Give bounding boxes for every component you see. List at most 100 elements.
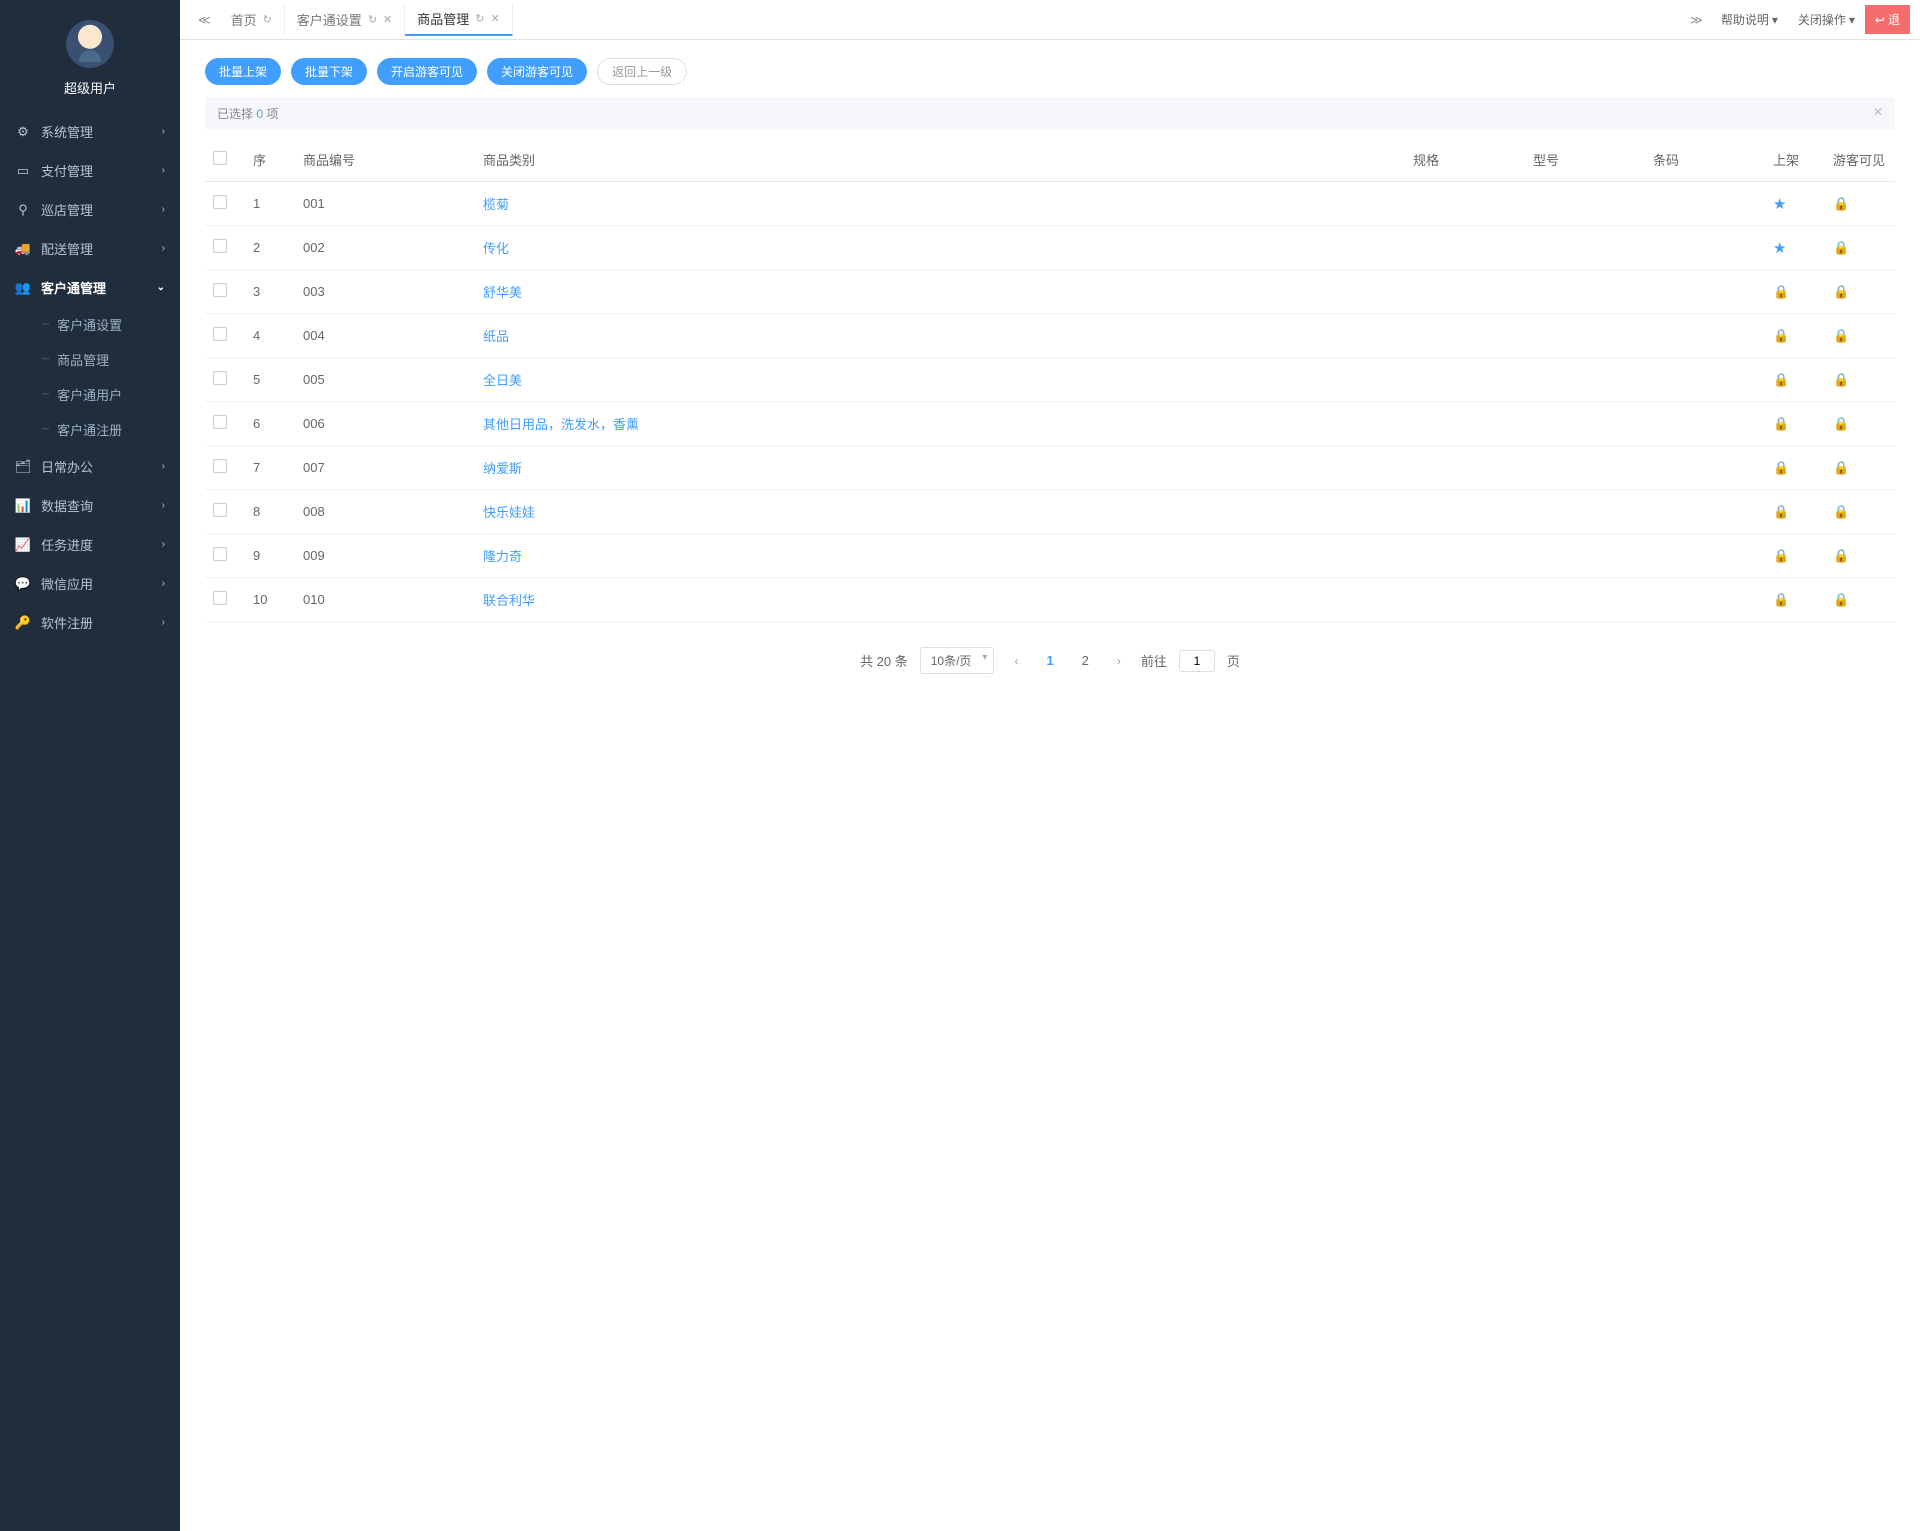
sidebar-item-system[interactable]: ⚙系统管理› <box>0 112 180 151</box>
submenu-label: 客户通设置 <box>57 315 122 334</box>
close-icon[interactable]: ✕ <box>490 12 499 25</box>
logout-button[interactable]: ↩退 <box>1865 5 1910 34</box>
submenu-customer-user[interactable]: 客户通用户 <box>0 377 180 412</box>
close-icon[interactable]: ✕ <box>383 13 392 26</box>
category-link[interactable]: 其他日用品，洗发水，香薰 <box>483 417 639 432</box>
batch-off-button[interactable]: 批量下架 <box>291 58 367 85</box>
lock-icon[interactable] <box>1833 239 1849 256</box>
chevron-right-icon: › <box>162 461 165 472</box>
page-next-icon[interactable]: › <box>1109 650 1129 672</box>
cell-seq: 6 <box>245 402 295 446</box>
row-checkbox[interactable] <box>213 503 227 517</box>
lock-icon[interactable] <box>1773 459 1789 476</box>
sidebar-item-customer[interactable]: 👥客户通管理⌄ <box>0 268 180 307</box>
close-ops-button[interactable]: 关闭操作▾ <box>1788 5 1865 34</box>
submenu-customer-register[interactable]: 客户通注册 <box>0 412 180 447</box>
lock-icon[interactable] <box>1773 283 1789 300</box>
lock-icon[interactable] <box>1773 503 1789 520</box>
lock-icon[interactable] <box>1833 503 1849 520</box>
star-icon[interactable] <box>1773 196 1786 213</box>
goto-prefix: 前往 <box>1141 651 1167 670</box>
sidebar-item-wechat[interactable]: 💬微信应用› <box>0 564 180 603</box>
open-guest-button[interactable]: 开启游客可见 <box>377 58 477 85</box>
tabs-prev-icon[interactable]: ≪ <box>190 9 219 31</box>
row-checkbox[interactable] <box>213 591 227 605</box>
sidebar-item-label: 巡店管理 <box>41 200 93 219</box>
lock-icon[interactable] <box>1833 327 1849 344</box>
sidebar-item-register[interactable]: 🔑软件注册› <box>0 603 180 642</box>
category-link[interactable]: 全日美 <box>483 373 522 388</box>
sidebar-item-store[interactable]: ⚲巡店管理› <box>0 190 180 229</box>
col-code: 商品编号 <box>295 138 475 182</box>
refresh-icon[interactable]: ↻ <box>368 13 377 26</box>
cell-code: 003 <box>295 270 475 314</box>
select-all-checkbox[interactable] <box>213 151 227 165</box>
row-checkbox[interactable] <box>213 459 227 473</box>
tab-product-manage[interactable]: 商品管理↻✕ <box>405 3 512 36</box>
category-link[interactable]: 快乐娃娃 <box>483 505 535 520</box>
sidebar-item-task[interactable]: 📈任务进度› <box>0 525 180 564</box>
row-checkbox[interactable] <box>213 371 227 385</box>
row-checkbox[interactable] <box>213 195 227 209</box>
close-guest-button[interactable]: 关闭游客可见 <box>487 58 587 85</box>
lock-icon[interactable] <box>1833 547 1849 564</box>
goto-input[interactable] <box>1179 650 1215 672</box>
sidebar-item-query[interactable]: 📊数据查询› <box>0 486 180 525</box>
tab-home[interactable]: 首页↻ <box>219 4 285 35</box>
cell-code: 010 <box>295 578 475 622</box>
help-button[interactable]: 帮助说明▾ <box>1711 5 1788 34</box>
category-link[interactable]: 纸品 <box>483 329 509 344</box>
truck-icon: 🚚 <box>15 241 31 257</box>
sidebar-item-delivery[interactable]: 🚚配送管理› <box>0 229 180 268</box>
category-link[interactable]: 联合利华 <box>483 593 535 608</box>
refresh-icon[interactable]: ↻ <box>475 12 484 25</box>
page-2[interactable]: 2 <box>1074 649 1097 672</box>
sidebar-item-pay[interactable]: ▭支付管理› <box>0 151 180 190</box>
row-checkbox[interactable] <box>213 327 227 341</box>
col-guest: 游客可见 <box>1825 138 1895 182</box>
pagesize-select[interactable]: 10条/页 <box>920 647 995 674</box>
close-icon[interactable]: ✕ <box>1873 105 1883 119</box>
cell-code: 007 <box>295 446 475 490</box>
sidebar-item-office[interactable]: 🗂日常办公› <box>0 447 180 486</box>
lock-icon[interactable] <box>1833 195 1849 212</box>
lock-icon[interactable] <box>1833 415 1849 432</box>
submenu-product-manage[interactable]: 商品管理 <box>0 342 180 377</box>
row-checkbox[interactable] <box>213 283 227 297</box>
star-icon[interactable] <box>1773 240 1786 257</box>
category-link[interactable]: 榄菊 <box>483 197 509 212</box>
lock-icon[interactable] <box>1833 591 1849 608</box>
row-checkbox[interactable] <box>213 239 227 253</box>
page-1[interactable]: 1 <box>1038 649 1061 672</box>
lock-icon[interactable] <box>1773 547 1789 564</box>
sidebar-item-label: 客户通管理 <box>41 278 106 297</box>
row-checkbox[interactable] <box>213 547 227 561</box>
category-link[interactable]: 传化 <box>483 241 509 256</box>
category-link[interactable]: 舒华美 <box>483 285 522 300</box>
refresh-icon[interactable]: ↻ <box>263 13 272 26</box>
back-button[interactable]: 返回上一级 <box>597 58 687 85</box>
help-label: 帮助说明 <box>1721 11 1769 28</box>
row-checkbox[interactable] <box>213 415 227 429</box>
lock-icon[interactable] <box>1773 371 1789 388</box>
sidebar-item-label: 配送管理 <box>41 239 93 258</box>
key-icon: 🔑 <box>15 615 31 631</box>
lock-icon[interactable] <box>1833 283 1849 300</box>
page-prev-icon[interactable]: ‹ <box>1006 650 1026 672</box>
category-link[interactable]: 纳爱斯 <box>483 461 522 476</box>
tab-customer-settings[interactable]: 客户通设置↻✕ <box>285 4 405 35</box>
chevron-right-icon: › <box>162 165 165 176</box>
chevron-down-icon: ⌄ <box>157 282 165 293</box>
lock-icon[interactable] <box>1833 459 1849 476</box>
lock-icon[interactable] <box>1773 415 1789 432</box>
submenu-customer-settings[interactable]: 客户通设置 <box>0 307 180 342</box>
lock-icon[interactable] <box>1773 327 1789 344</box>
lock-icon[interactable] <box>1773 591 1789 608</box>
tabs-next-icon[interactable]: ≫ <box>1682 9 1711 31</box>
category-link[interactable]: 隆力奇 <box>483 549 522 564</box>
lock-icon[interactable] <box>1833 371 1849 388</box>
pagination: 共 20 条 10条/页 ‹ 1 2 › 前往 页 <box>180 622 1920 699</box>
selected-bar: 已选择 0 项 ✕ <box>205 97 1895 130</box>
batch-on-button[interactable]: 批量上架 <box>205 58 281 85</box>
sidebar-item-label: 日常办公 <box>41 457 93 476</box>
